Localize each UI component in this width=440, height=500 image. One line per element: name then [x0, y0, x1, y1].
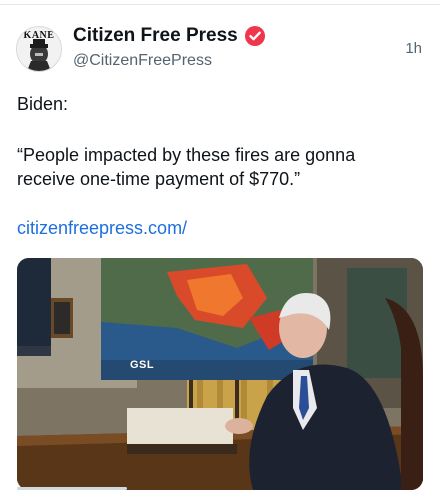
- avatar[interactable]: KANE: [16, 26, 62, 72]
- post-link[interactable]: citizenfreepress.com/: [17, 218, 187, 239]
- handle[interactable]: @CitizenFreePress: [73, 52, 212, 70]
- post-text-quote: “People impacted by these fires are gonn…: [17, 145, 356, 189]
- verified-badge-icon: [245, 26, 265, 46]
- display-name[interactable]: Citizen Free Press: [73, 25, 238, 47]
- media-progress-indicator: [17, 487, 127, 490]
- media-logo-text: GSL: [130, 359, 155, 371]
- post-media-image[interactable]: GSL: [17, 258, 423, 490]
- media-photo: [17, 258, 423, 490]
- post[interactable]: KANE Citizen Free Press @CitizenFreePres…: [0, 0, 440, 500]
- post-time[interactable]: 1h: [405, 40, 422, 57]
- post-text-speaker: Biden:: [17, 94, 69, 114]
- avatar-label: KANE: [23, 30, 55, 41]
